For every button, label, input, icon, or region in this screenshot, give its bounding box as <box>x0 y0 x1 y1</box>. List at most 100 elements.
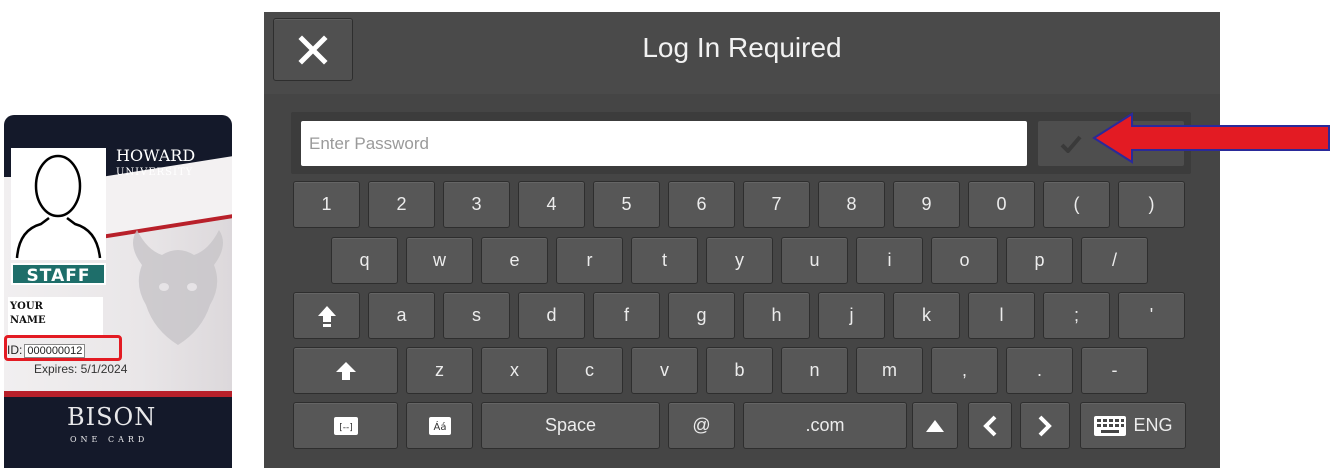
key-label: m <box>882 360 897 380</box>
person-silhouette-icon <box>15 154 102 259</box>
id-card: HOWARD UNIVERSITY STAFF YOUR NAME ID: 000… <box>4 115 232 468</box>
key-j[interactable]: j <box>818 292 885 339</box>
key-10-row1[interactable]: ( <box>1043 181 1110 228</box>
key-7-row1[interactable]: 8 <box>818 181 885 228</box>
key-c[interactable]: c <box>556 347 623 394</box>
key-l[interactable]: l <box>968 292 1035 339</box>
key-label: a <box>396 305 407 325</box>
key-d[interactable]: d <box>518 292 585 339</box>
key-t[interactable]: t <box>631 237 698 284</box>
cursor-right-key[interactable] <box>1020 402 1070 449</box>
key-2-row1[interactable]: 3 <box>443 181 510 228</box>
password-input[interactable] <box>301 121 1027 166</box>
key-i[interactable]: i <box>856 237 923 284</box>
key-f[interactable]: f <box>593 292 660 339</box>
bison-logo-subtitle: ONE CARD <box>70 435 149 444</box>
key-q[interactable]: q <box>331 237 398 284</box>
key-label: / <box>1111 250 1117 270</box>
key-label: 1 <box>321 194 332 214</box>
caps-lock-icon <box>317 305 337 327</box>
key-label: r <box>586 250 593 270</box>
chevron-left-icon <box>983 415 997 437</box>
key-label: ' <box>1149 305 1154 325</box>
key-s[interactable]: s <box>443 292 510 339</box>
key-1-row1[interactable]: 2 <box>368 181 435 228</box>
at-key[interactable]: @ <box>668 402 735 449</box>
key-y[interactable]: y <box>706 237 773 284</box>
id-highlight-outline <box>4 335 122 361</box>
role-badge: STAFF <box>11 263 106 286</box>
key-label: ENG <box>1133 415 1173 435</box>
key-h[interactable]: h <box>743 292 810 339</box>
name-box: YOUR NAME <box>8 297 103 337</box>
bison-logo: BISON <box>67 403 157 431</box>
university-subtitle: UNIVERSITY <box>116 167 194 178</box>
key-u[interactable]: u <box>781 237 848 284</box>
language-key[interactable]: ENG <box>1080 402 1186 449</box>
space-key[interactable]: Space <box>481 402 660 449</box>
university-name: HOWARD <box>116 146 196 165</box>
key-label: g <box>696 305 707 325</box>
key-5-row1[interactable]: 6 <box>668 181 735 228</box>
key-hyphen[interactable]: - <box>1081 347 1148 394</box>
key-3-row1[interactable]: 4 <box>518 181 585 228</box>
hide-keyboard-key[interactable]: [--] <box>293 402 398 449</box>
key-label: @ <box>692 415 711 435</box>
key-label: j <box>849 305 854 325</box>
dotcom-key[interactable]: .com <box>743 402 907 449</box>
key-label: w <box>433 250 446 270</box>
key-label: k <box>922 305 931 325</box>
key-m[interactable]: m <box>856 347 923 394</box>
checkmark-icon <box>1060 135 1082 153</box>
key-label: l <box>999 305 1004 325</box>
key-k[interactable]: k <box>893 292 960 339</box>
key-label: f <box>623 305 629 325</box>
key-r[interactable]: r <box>556 237 623 284</box>
key-label: h <box>771 305 782 325</box>
key-label: 5 <box>621 194 632 214</box>
key-4-row1[interactable]: 5 <box>593 181 660 228</box>
key-label: q <box>359 250 370 270</box>
caps-lock-key[interactable] <box>293 292 360 339</box>
key-o[interactable]: o <box>931 237 998 284</box>
key-11-row1[interactable]: ) <box>1118 181 1185 228</box>
key-label: ( <box>1073 194 1080 214</box>
key-label: u <box>809 250 820 270</box>
key-label: 9 <box>921 194 932 214</box>
key-w[interactable]: w <box>406 237 473 284</box>
key-label: Space <box>544 415 597 435</box>
key-apostrophe[interactable]: ' <box>1118 292 1185 339</box>
accent-chars-key[interactable]: Áá <box>406 402 473 449</box>
key-v[interactable]: v <box>631 347 698 394</box>
key-semicolon[interactable]: ; <box>1043 292 1110 339</box>
shift-key[interactable] <box>293 347 398 394</box>
photo-placeholder <box>11 148 106 260</box>
key-period[interactable]: . <box>1006 347 1073 394</box>
key-x[interactable]: x <box>481 347 548 394</box>
key-label: 6 <box>696 194 707 214</box>
key-0-row1[interactable]: 1 <box>293 181 360 228</box>
key-z[interactable]: z <box>406 347 473 394</box>
key-comma[interactable]: , <box>931 347 998 394</box>
key-e[interactable]: e <box>481 237 548 284</box>
key-n[interactable]: n <box>781 347 848 394</box>
key-label: . <box>1036 360 1042 380</box>
cursor-left-key[interactable] <box>968 402 1012 449</box>
key-b[interactable]: b <box>706 347 773 394</box>
key-label: - <box>1111 360 1118 380</box>
key-9-row1[interactable]: 0 <box>968 181 1035 228</box>
name-line-2: NAME <box>10 315 46 326</box>
key-/[interactable]: / <box>1081 237 1148 284</box>
key-label: 3 <box>471 194 482 214</box>
key-g[interactable]: g <box>668 292 735 339</box>
key-label: p <box>1034 250 1045 270</box>
key-label: 0 <box>996 194 1007 214</box>
key-label: y <box>735 250 744 270</box>
key-label: v <box>660 360 669 380</box>
caret-up-key[interactable] <box>912 402 958 449</box>
key-6-row1[interactable]: 7 <box>743 181 810 228</box>
key-label: o <box>959 250 970 270</box>
key-a[interactable]: a <box>368 292 435 339</box>
key-8-row1[interactable]: 9 <box>893 181 960 228</box>
key-p[interactable]: p <box>1006 237 1073 284</box>
